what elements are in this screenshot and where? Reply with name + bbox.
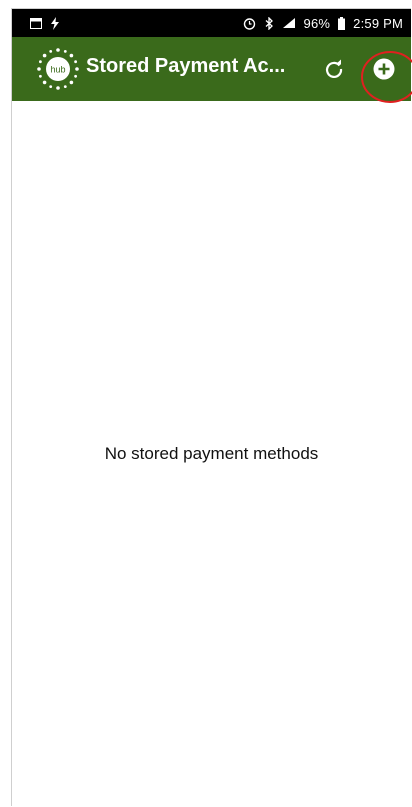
add-payment-button[interactable] [370,55,398,83]
battery-percent: 96% [303,15,331,31]
hub-logo-text: hub [50,65,65,75]
alarm-icon [243,17,256,30]
phone-screen: 96% 2:59 PM hub Stored Payment Ac... No … [11,8,412,807]
bluetooth-icon [264,16,274,30]
battery-icon [338,16,346,30]
refresh-button[interactable] [320,55,348,83]
hub-logo-icon: hub [32,43,84,95]
empty-state-message: No stored payment methods [104,444,319,463]
main-content: No stored payment methods [12,101,411,807]
refresh-icon [325,59,343,78]
signal-icon [282,17,296,29]
status-left-group [30,16,60,30]
lightning-icon [50,16,60,30]
status-right-group: 96% 2:59 PM [243,16,403,31]
notification-icon [30,17,42,29]
add-circle-icon [373,58,395,80]
clock: 2:59 PM [353,15,403,31]
page-title: Stored Payment Ac... [86,55,286,77]
status-bar: 96% 2:59 PM [12,9,411,37]
app-bar: hub Stored Payment Ac... [12,37,411,101]
